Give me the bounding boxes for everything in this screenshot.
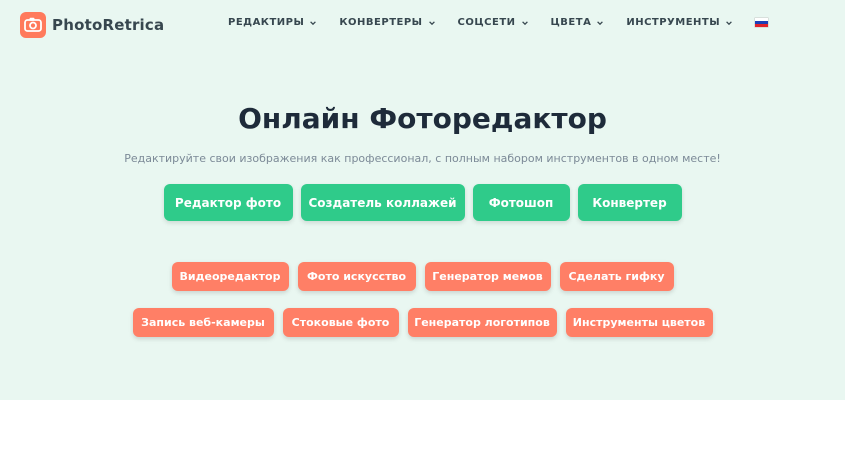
russian-flag-icon[interactable] — [755, 18, 769, 27]
converter-button[interactable]: Конвертер — [577, 184, 682, 221]
camera-icon — [20, 11, 46, 38]
secondary-buttons-row-1: Видеоредактор Фото искусство Генератор м… — [0, 262, 845, 291]
main-menu: РЕДАКТИРЫ КОНВЕРТЕРЫ СОЦСЕТИ ЦВЕТА ИНСТР… — [228, 17, 769, 28]
primary-buttons: Редактор фото Создатель коллажей Фотошоп… — [0, 184, 845, 221]
nav-item-label: ЦВЕТА — [550, 17, 592, 28]
nav-item-converters[interactable]: КОНВЕРТЕРЫ — [339, 17, 435, 28]
page-subtitle: Редактируйте свои изображения как профес… — [124, 152, 721, 165]
logo[interactable]: PhotoRetrica — [20, 11, 164, 38]
webcam-recorder-button[interactable]: Запись веб-камеры — [132, 308, 274, 337]
nav-item-editors[interactable]: РЕДАКТИРЫ — [228, 17, 317, 28]
brand-name: PhotoRetrica — [52, 15, 165, 34]
page-title: Онлайн Фоторедактор — [238, 102, 607, 135]
meme-generator-button[interactable]: Генератор мемов — [424, 262, 551, 291]
nav-item-social[interactable]: СОЦСЕТИ — [458, 17, 529, 28]
logo-generator-button[interactable]: Генератор логотипов — [407, 308, 557, 337]
photo-editor-button[interactable]: Редактор фото — [163, 184, 293, 221]
chevron-down-icon — [428, 20, 435, 25]
chevron-down-icon — [726, 20, 732, 25]
photo-art-button[interactable]: Фото искусство — [297, 262, 416, 291]
chevron-down-icon — [310, 20, 317, 25]
chevron-down-icon — [597, 20, 604, 25]
collage-maker-button[interactable]: Создатель коллажей — [300, 184, 465, 221]
nav-item-label: ИНСТРУМЕНТЫ — [626, 17, 721, 28]
make-gif-button[interactable]: Сделать гифку — [559, 262, 674, 291]
nav-item-colors[interactable]: ЦВЕТА — [551, 17, 605, 28]
nav-item-label: СОЦСЕТИ — [457, 17, 516, 28]
chevron-down-icon — [521, 20, 528, 25]
photoshop-button[interactable]: Фотошоп — [472, 184, 570, 221]
secondary-buttons-row-2: Запись веб-камеры Стоковые фото Генерато… — [0, 308, 845, 337]
navbar: PhotoRetrica РЕДАКТИРЫ КОНВЕРТЕРЫ СОЦСЕТ… — [0, 0, 845, 50]
stock-photos-button[interactable]: Стоковые фото — [282, 308, 399, 337]
nav-item-label: КОНВЕРТЕРЫ — [339, 17, 423, 28]
color-tools-button[interactable]: Инструменты цветов — [565, 308, 713, 337]
nav-item-label: РЕДАКТИРЫ — [228, 17, 305, 28]
video-editor-button[interactable]: Видеоредактор — [171, 262, 289, 291]
hero-section: PhotoRetrica РЕДАКТИРЫ КОНВЕРТЕРЫ СОЦСЕТ… — [0, 0, 845, 400]
nav-item-tools[interactable]: ИНСТРУМЕНТЫ — [626, 17, 733, 28]
